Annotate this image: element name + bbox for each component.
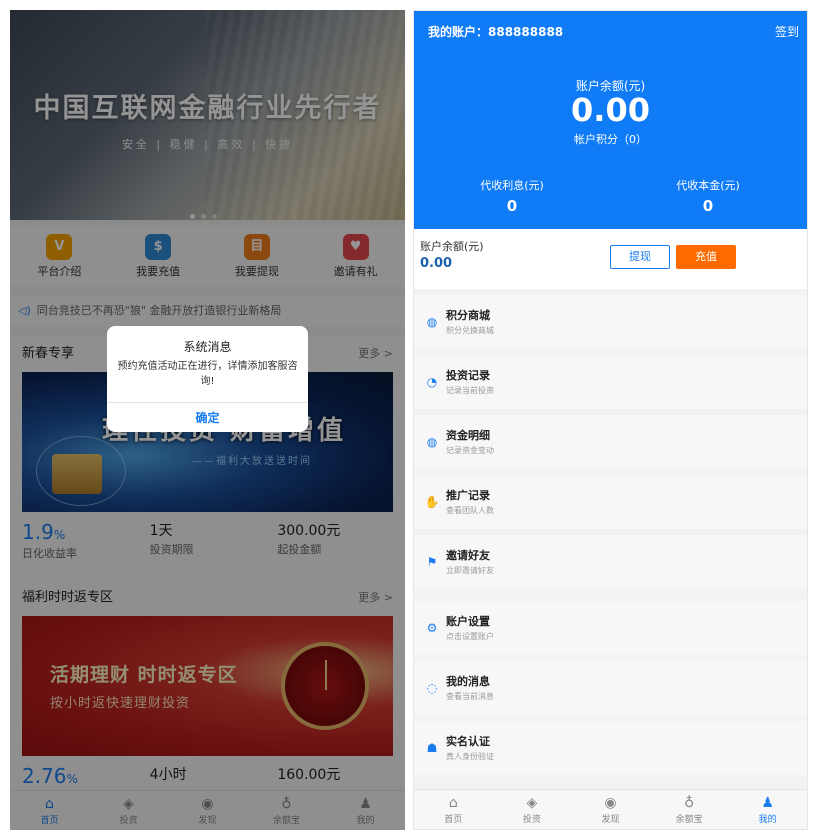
balance-bar: 账户余额(元) 0.00 提现 充值 xyxy=(414,229,807,289)
dialog-message: 预约充值活动正在进行，详情添加客服咨询! xyxy=(117,361,298,387)
system-message-dialog: 系统消息 预约充值活动正在进行，详情添加客服咨询! 确定 xyxy=(107,326,308,432)
menu-item-invest-records[interactable]: ◔ 投资记录 记录当前投资 xyxy=(414,355,807,409)
tab-discover[interactable]: ◉ 发现 xyxy=(571,790,650,829)
menu-title: 邀请好友 xyxy=(446,549,490,562)
tab-yuebao[interactable]: ♁ 余额宝 xyxy=(650,790,729,829)
menu-item-fund-details[interactable]: ◍ 资金明细 记录资金变动 xyxy=(414,415,807,469)
bottom-tab-bar: ⌂ 首页 ◈ 投资 ◉ 发现 ♁ 余额宝 ♟ 我的 xyxy=(414,789,807,829)
menu-subtitle: 查看当前消息 xyxy=(446,692,494,701)
balance-bar-label: 账户余额(元) xyxy=(420,240,484,253)
signin-button[interactable]: 签到 xyxy=(775,23,799,40)
account-number: 我的账户：888888888 xyxy=(428,25,564,39)
pending-interest-value: 0 xyxy=(506,197,518,215)
pending-interest-label: 代收利息(元) xyxy=(480,179,544,192)
menu-title: 账户设置 xyxy=(446,615,490,628)
menu-subtitle: 积分兑换商城 xyxy=(446,326,494,335)
menu-item-promotion-records[interactable]: ✋ 推广记录 查看团队人数 xyxy=(414,475,807,529)
tab-home[interactable]: ⌂ 首页 xyxy=(414,790,493,829)
balance-bar-value: 0.00 xyxy=(420,256,453,271)
menu-subtitle: 记录当前投资 xyxy=(446,386,494,395)
menu-title: 我的消息 xyxy=(446,675,490,688)
menu-title: 推广记录 xyxy=(446,489,490,502)
menu-title: 实名认证 xyxy=(446,735,490,748)
balance-value: 0.00 xyxy=(571,91,650,129)
pending-principal-value: 0 xyxy=(702,197,714,215)
tab-label: 我的 xyxy=(758,815,777,825)
menu-title: 投资记录 xyxy=(446,369,490,382)
menu-item-my-messages[interactable]: ◌ 我的消息 查看当前消息 xyxy=(414,661,807,715)
chart-circle-icon: ◍ xyxy=(426,315,438,329)
settings-icon: ⚙ xyxy=(426,621,438,635)
dialog-confirm-button[interactable]: 确定 xyxy=(107,402,308,432)
withdraw-button[interactable]: 提现 xyxy=(610,245,670,269)
menu-item-invite-friends[interactable]: ⚑ 邀请好友 立即邀请好友 xyxy=(414,535,807,589)
home-icon: ⌂ xyxy=(448,795,458,811)
tab-label: 投资 xyxy=(522,815,541,825)
tab-label: 首页 xyxy=(444,815,463,825)
pending-principal: 代收本金(元) 0 xyxy=(610,177,806,215)
dialog-title: 系统消息 xyxy=(183,340,232,354)
bar-circle-icon: ◍ xyxy=(426,435,438,449)
menu-item-real-name-auth[interactable]: ☗ 实名认证 真人身份验证 xyxy=(414,721,807,775)
recharge-button[interactable]: 充值 xyxy=(676,245,736,269)
pending-interest: 代收利息(元) 0 xyxy=(414,177,610,215)
tab-mine[interactable]: ♟ 我的 xyxy=(728,790,807,829)
menu-subtitle: 立即邀请好友 xyxy=(446,566,494,575)
handshake-icon: ✋ xyxy=(424,495,440,509)
tab-label: 发现 xyxy=(601,815,620,825)
tab-label: 余额宝 xyxy=(675,815,703,825)
user-icon: ♟ xyxy=(761,795,774,811)
clock-icon: ◔ xyxy=(426,375,438,389)
id-card-icon: ☗ xyxy=(426,741,438,755)
home-screen: 中国互联网金融行业先行者 安全 | 稳健 | 高效 | 快捷 V 平台介绍 $ … xyxy=(10,10,405,830)
menu-subtitle: 点击设置账户 xyxy=(446,632,494,641)
menu-subtitle: 真人身份验证 xyxy=(446,752,494,761)
menu-item-account-settings[interactable]: ⚙ 账户设置 点击设置账户 xyxy=(414,601,807,655)
points-text: 帐户积分（0） xyxy=(574,133,647,146)
menu-subtitle: 记录资金变动 xyxy=(446,446,494,455)
menu-title: 积分商城 xyxy=(446,309,490,322)
flag-icon: ⚑ xyxy=(426,555,438,569)
menu-item-points-mall[interactable]: ◍ 积分商城 积分兑换商城 xyxy=(414,295,807,349)
money-bag-icon: ♁ xyxy=(683,795,695,811)
menu-subtitle: 查看团队人数 xyxy=(446,506,494,515)
pending-principal-label: 代收本金(元) xyxy=(676,179,740,192)
message-icon: ◌ xyxy=(426,681,438,695)
account-screen: 我的账户：888888888 签到 账户余额(元) 0.00 帐户积分（0） 代… xyxy=(413,10,808,830)
tab-invest[interactable]: ◈ 投资 xyxy=(493,790,572,829)
account-header: 我的账户：888888888 签到 账户余额(元) 0.00 帐户积分（0） 代… xyxy=(414,11,807,229)
cube-icon: ◈ xyxy=(526,795,538,811)
menu-title: 资金明细 xyxy=(446,429,490,442)
compass-icon: ◉ xyxy=(604,795,617,811)
